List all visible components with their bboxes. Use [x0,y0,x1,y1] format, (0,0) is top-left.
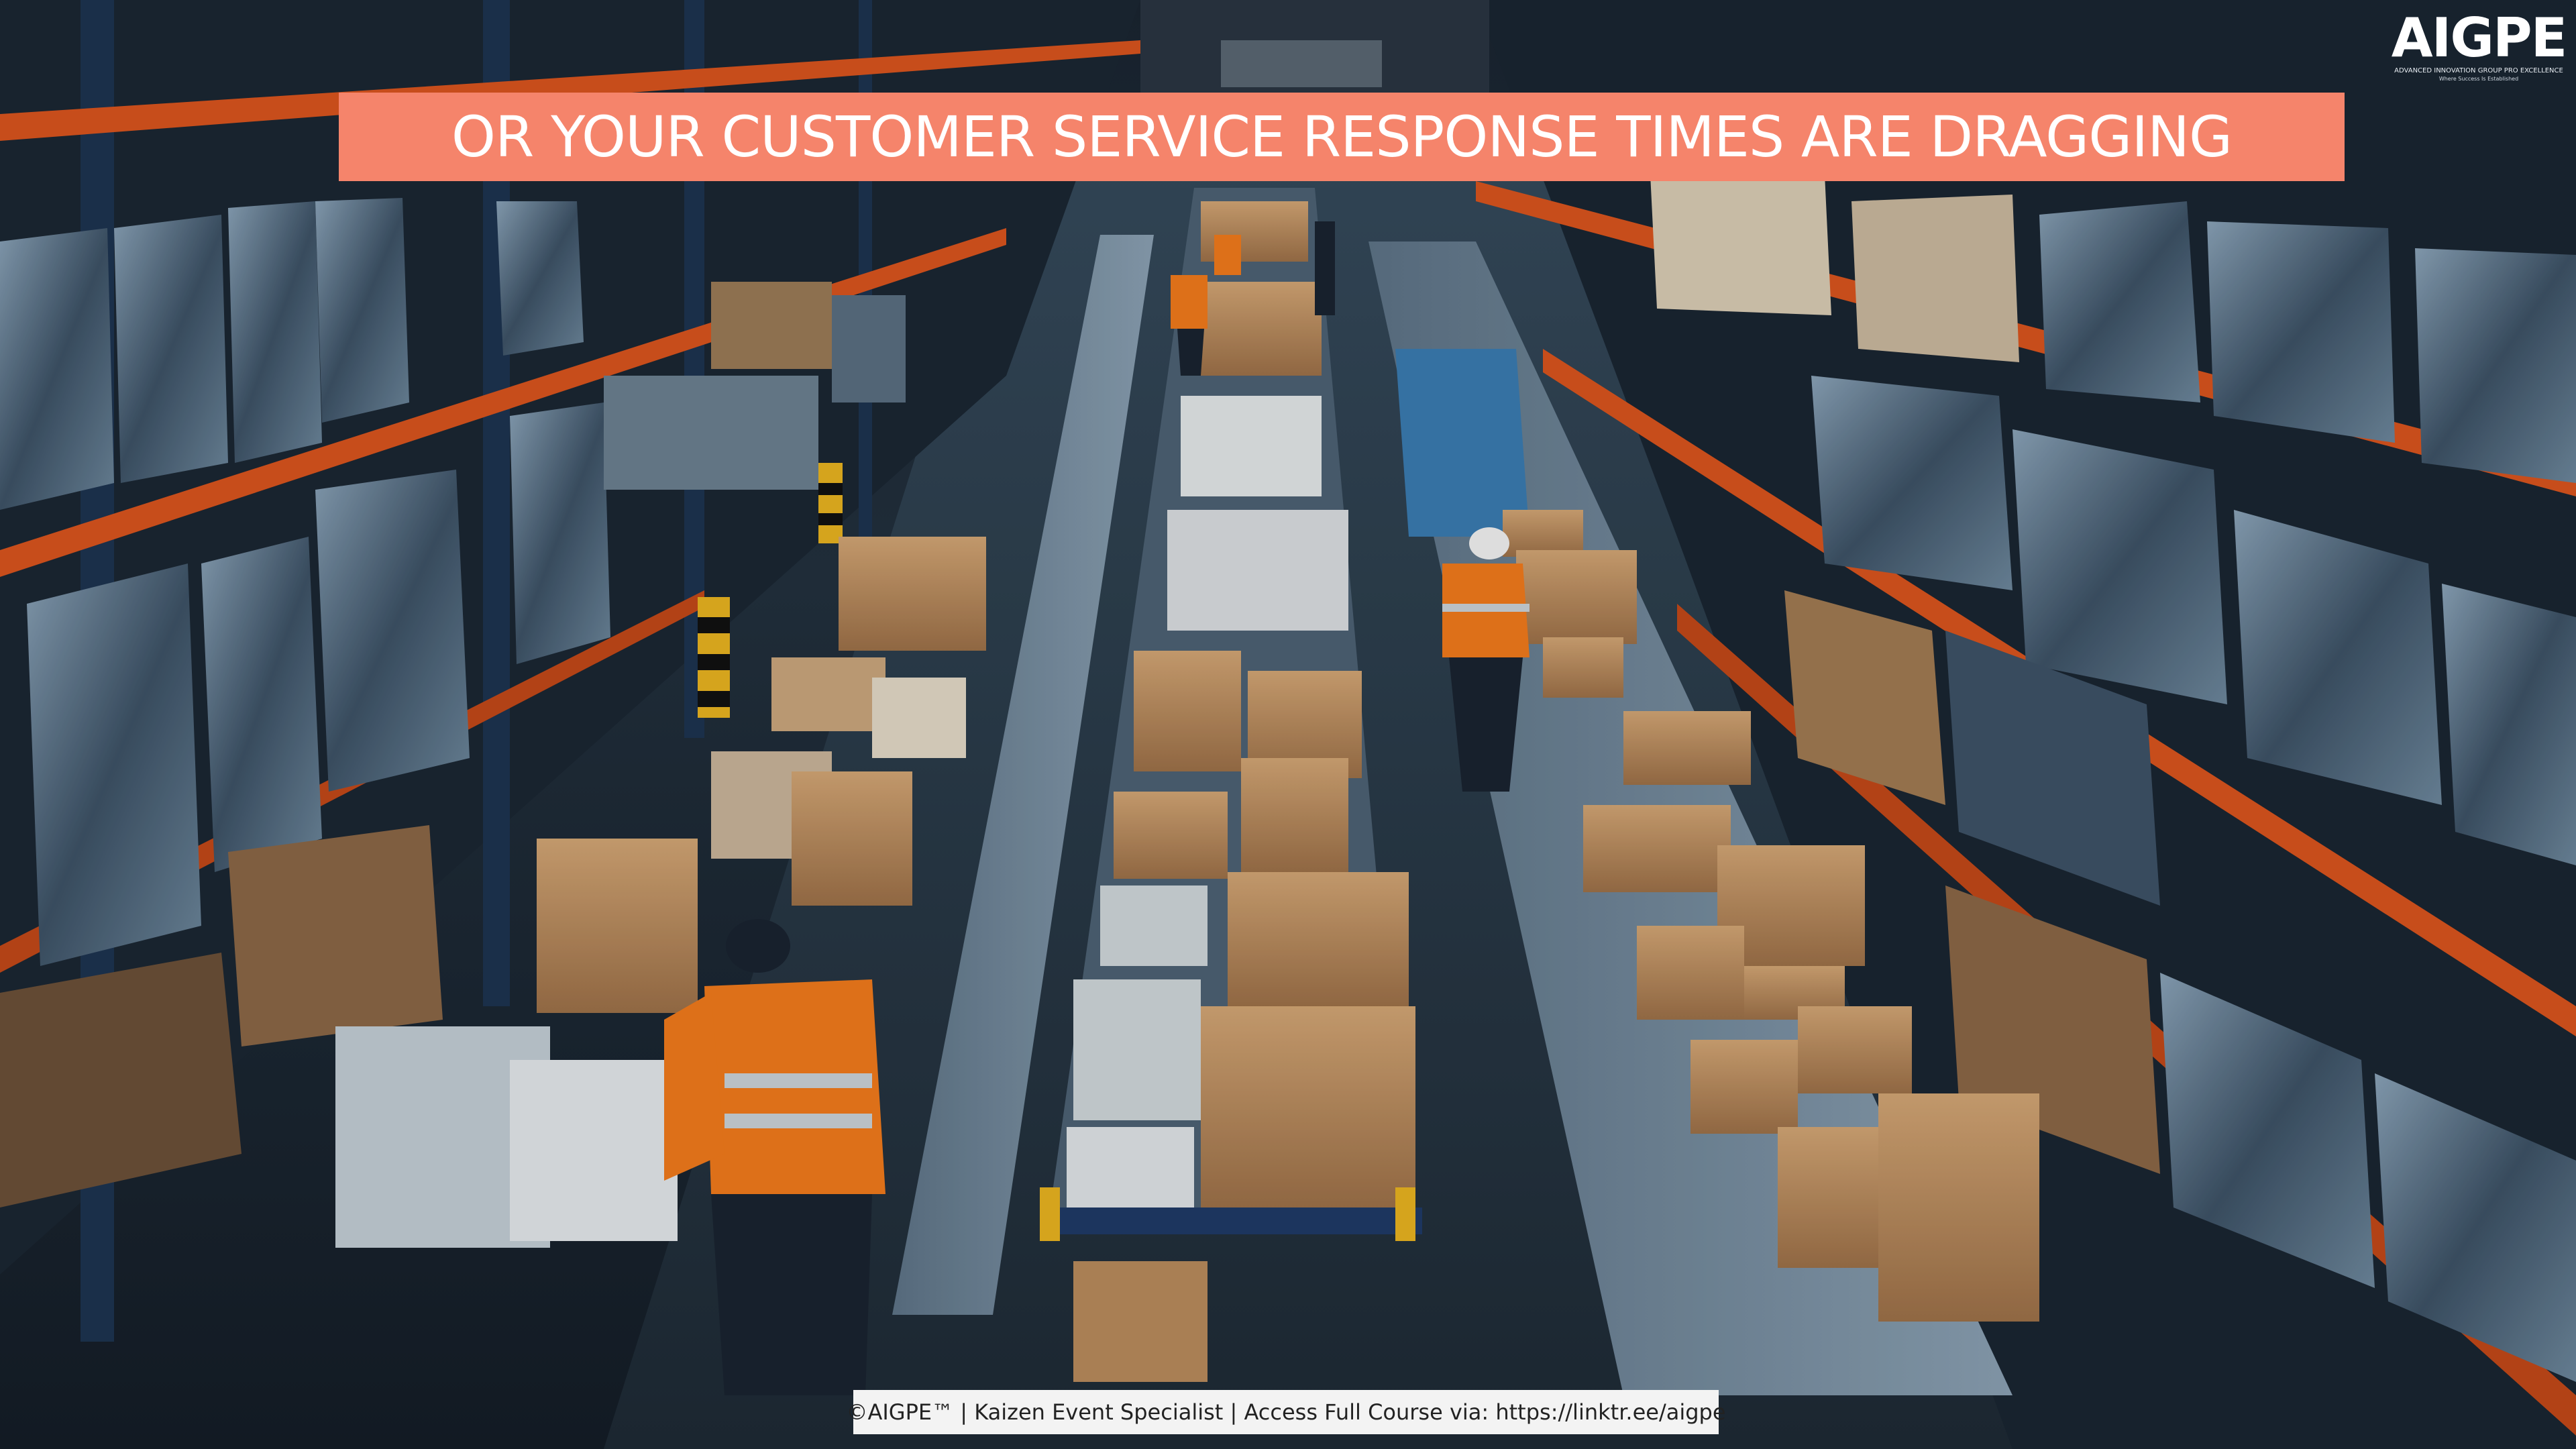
aigpe-logo: AIGPE ADVANCED INNOVATION GROUP PRO EXCE… [2385,7,2573,83]
headline-text: OR YOUR CUSTOMER SERVICE RESPONSE TIMES … [451,104,2233,170]
logo-tagline: ADVANCED INNOVATION GROUP PRO EXCELLENCE [2394,67,2563,74]
footer-credit: ©AIGPE™ | Kaizen Event Specialist | Acce… [846,1390,1726,1434]
footer-text: ©AIGPE™ | Kaizen Event Specialist | Acce… [846,1399,1726,1425]
slide: OR YOUR CUSTOMER SERVICE RESPONSE TIMES … [0,0,2576,1449]
logo-mark: AIGPE [2391,7,2568,69]
warehouse-photo [0,0,2576,1449]
logo-subtagline: Where Success Is Established [2438,76,2519,82]
headline-banner: OR YOUR CUSTOMER SERVICE RESPONSE TIMES … [339,93,2345,181]
